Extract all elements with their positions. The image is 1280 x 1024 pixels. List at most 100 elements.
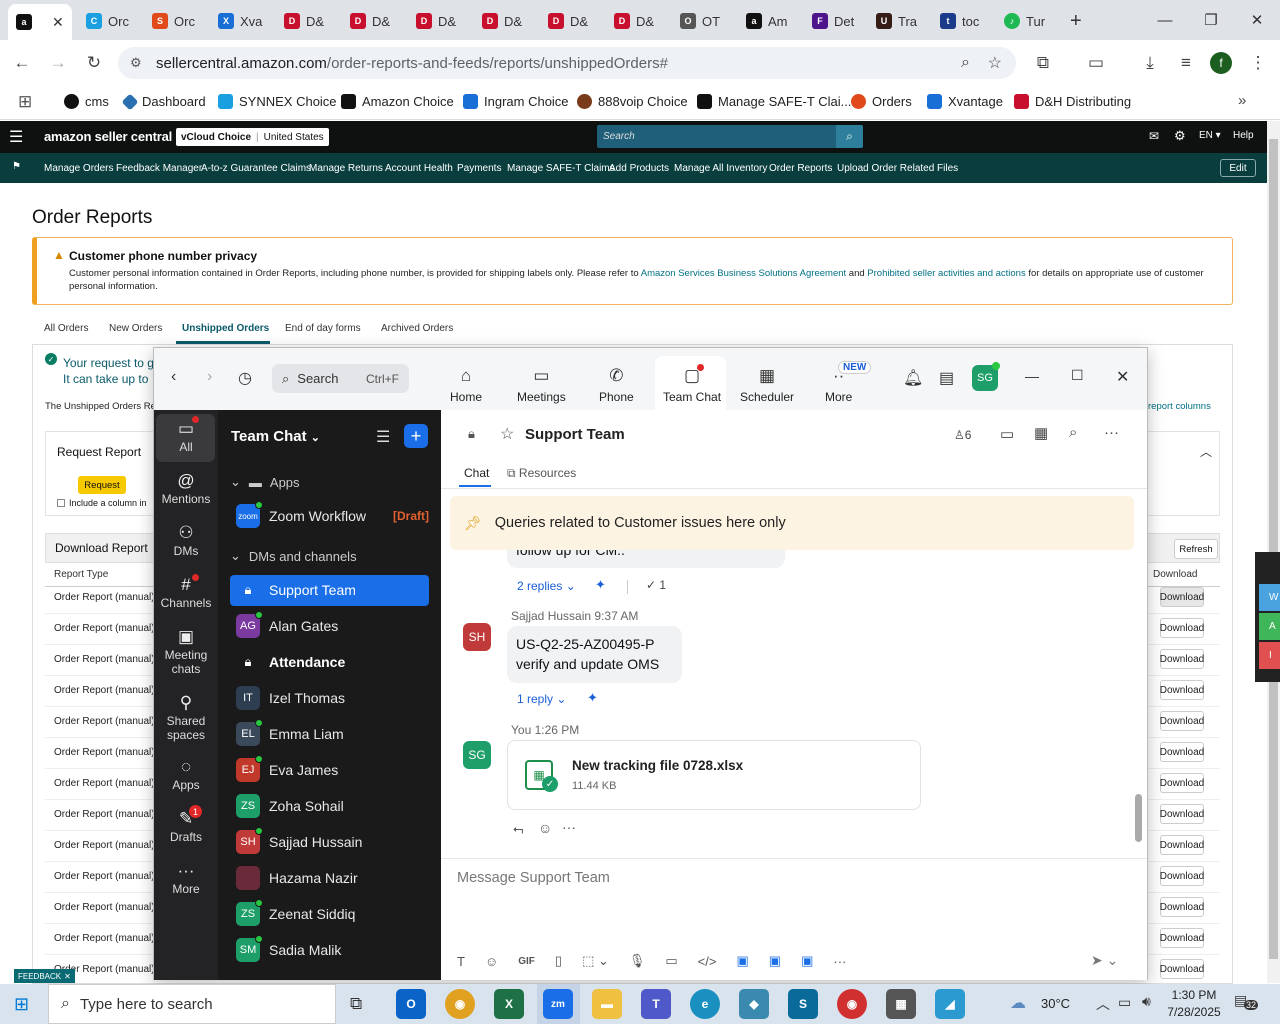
- app-icon-1[interactable]: ▣: [736, 953, 748, 969]
- browser-tab[interactable]: S Orc: [144, 6, 206, 36]
- favorite-star-icon[interactable]: ☆: [500, 424, 514, 444]
- account-switcher[interactable]: vCloud Choice | United States: [176, 128, 329, 146]
- rail-meeting-chats[interactable]: ▣ Meeting chats: [154, 628, 218, 676]
- nav-manage-inventory[interactable]: Manage All Inventory: [674, 163, 767, 174]
- dms-section[interactable]: ⌄ DMs and channels: [230, 548, 357, 564]
- sender-avatar-sh[interactable]: SH: [463, 623, 491, 651]
- bookmark-flag-icon[interactable]: ⚑: [12, 161, 21, 172]
- edit-nav-button[interactable]: Edit: [1220, 159, 1256, 177]
- maximize-icon[interactable]: ☐: [1071, 367, 1084, 384]
- nav-add-products[interactable]: Add Products: [609, 163, 669, 174]
- checkmark-reaction[interactable]: ✓ 1: [646, 578, 666, 592]
- channel-item[interactable]: 🔒︎ Support Team: [230, 575, 429, 605]
- tab-all-orders[interactable]: All Orders: [44, 323, 88, 334]
- minimize-icon[interactable]: —: [1025, 368, 1039, 384]
- close-icon[interactable]: ✕: [1116, 367, 1129, 387]
- media-icon[interactable]: ≡: [1173, 50, 1199, 76]
- zoom-search[interactable]: ⌕ Search Ctrl+F: [272, 364, 409, 393]
- download-button[interactable]: Download: [1160, 649, 1204, 669]
- channel-item[interactable]: IT Izel Thomas: [230, 683, 429, 713]
- download-button[interactable]: Download: [1160, 897, 1204, 917]
- url-bar[interactable]: ⚙ sellercentral.amazon.com/order-reports…: [118, 47, 1016, 79]
- new-tab-button[interactable]: +: [1062, 6, 1090, 36]
- rail-mentions[interactable]: @ Mentions: [154, 472, 218, 506]
- browser-tab[interactable]: F Det: [804, 6, 866, 36]
- tab-end-of-day[interactable]: End of day forms: [285, 323, 361, 334]
- tab-resources[interactable]: ⧉ Resources: [507, 466, 576, 481]
- chrome-icon[interactable]: ◉: [837, 989, 867, 1019]
- gif-icon[interactable]: GIF: [518, 956, 535, 967]
- bookmark-synnex[interactable]: SYNNEX Choice: [218, 94, 337, 109]
- download-button[interactable]: Download: [1160, 680, 1204, 700]
- scrollbar-thumb[interactable]: [1269, 139, 1278, 959]
- video-call-icon[interactable]: ▭: [1000, 425, 1014, 443]
- channel-item[interactable]: SM Sadia Malik: [230, 935, 429, 965]
- prohibited-activities-link[interactable]: Prohibited seller activities and actions: [867, 268, 1025, 279]
- file-attachment-card[interactable]: ▦ ✓ New tracking file 0728.xlsx 11.44 KB: [507, 740, 921, 810]
- tab-chat[interactable]: Chat: [464, 466, 489, 480]
- nav-order-reports[interactable]: Order Reports: [769, 163, 832, 174]
- include-column-checkbox[interactable]: [57, 499, 65, 507]
- reply-link[interactable]: 1 reply ⌄: [517, 692, 566, 706]
- rail-drafts[interactable]: ✎ Drafts: [154, 810, 218, 844]
- history-icon[interactable]: ◷: [238, 368, 252, 388]
- download-button[interactable]: Download: [1160, 773, 1204, 793]
- filter-icon[interactable]: ☰: [376, 427, 390, 447]
- notification-center[interactable]: ▤ 32: [1234, 992, 1259, 1010]
- side-widget-green[interactable]: A: [1259, 613, 1280, 640]
- replies-link[interactable]: 2 replies ⌄: [517, 579, 576, 593]
- app-icon[interactable]: ◆: [739, 989, 769, 1019]
- channel-item[interactable]: ZS Zoha Sohail: [230, 791, 429, 821]
- seller-central-logo[interactable]: amazon seller central: [44, 129, 172, 144]
- emoji-icon[interactable]: ☺: [485, 954, 498, 969]
- search-icon[interactable]: ⌕: [1069, 424, 1077, 441]
- zoom-lens-icon[interactable]: ⌕: [961, 54, 970, 72]
- bookmark-xvantage[interactable]: Xvantage: [927, 94, 1003, 109]
- forward-icon[interactable]: ›: [207, 368, 212, 386]
- weather-temp[interactable]: 30°C: [1041, 996, 1070, 1011]
- settings-gear-icon[interactable]: ⚙: [1174, 128, 1186, 144]
- rail-shared-spaces[interactable]: ⚲ Shared spaces: [154, 694, 218, 742]
- notifications-bell-icon[interactable]: 🔔︎: [903, 368, 923, 388]
- weather-icon[interactable]: ☁: [1010, 993, 1026, 1013]
- apps-grid-icon[interactable]: ⊞: [18, 92, 32, 112]
- bookmark-888voip[interactable]: 888voip Choice: [577, 94, 688, 109]
- outlook-icon[interactable]: O: [396, 989, 426, 1019]
- reload-icon[interactable]: ↻: [81, 50, 107, 76]
- chrome-icon[interactable]: ◉: [445, 989, 475, 1019]
- restore-icon[interactable]: ❐: [1188, 0, 1234, 40]
- screenshot-icon[interactable]: ⬚ ⌄: [582, 953, 609, 969]
- bookmark-dashboard[interactable]: Dashboard: [121, 93, 206, 110]
- taskbar-search[interactable]: ⌕ Type here to search: [48, 984, 336, 1024]
- nav-feedback-manager[interactable]: Feedback Manager: [116, 163, 202, 174]
- collapse-chevron-icon[interactable]: ︿: [1200, 443, 1212, 460]
- volume-icon[interactable]: 🔊︎: [1142, 993, 1151, 1010]
- video-message-icon[interactable]: ▭: [665, 953, 677, 969]
- browser-tab[interactable]: D D&: [276, 6, 338, 36]
- app-icon-3[interactable]: ▣: [801, 953, 813, 969]
- app-icon-2[interactable]: ▣: [769, 953, 781, 969]
- text-format-icon[interactable]: T: [457, 954, 465, 969]
- nav-atoz-claims[interactable]: A-to-z Guarantee Claims: [201, 163, 311, 174]
- close-window-icon[interactable]: ✕: [1234, 0, 1280, 40]
- bookmark-safet[interactable]: Manage SAFE-T Clai...: [697, 94, 851, 109]
- extensions-icon[interactable]: ⧉: [1030, 50, 1056, 76]
- bookmark-orders[interactable]: Orders: [851, 94, 912, 109]
- rail-all[interactable]: ▭ All: [154, 420, 218, 454]
- download-button[interactable]: Download: [1160, 587, 1204, 607]
- tab-unshipped-orders[interactable]: Unshipped Orders: [182, 323, 269, 334]
- bookmark-dh[interactable]: D&H Distributing: [1014, 94, 1131, 109]
- mail-icon[interactable]: ✉: [1149, 129, 1159, 143]
- close-tab-icon[interactable]: ✕: [52, 14, 64, 31]
- request-button[interactable]: Request: [78, 476, 126, 494]
- browser-tab[interactable]: t toc: [932, 6, 994, 36]
- browser-tab[interactable]: D D&: [342, 6, 404, 36]
- channel-item[interactable]: EJ Eva James: [230, 755, 429, 785]
- browser-tab[interactable]: D D&: [540, 6, 602, 36]
- browser-tab[interactable]: D D&: [474, 6, 536, 36]
- windows-start-icon[interactable]: ⊞: [14, 994, 29, 1015]
- site-info-icon[interactable]: ⚙: [130, 55, 142, 71]
- chat-scrollbar-thumb[interactable]: [1135, 794, 1142, 842]
- app-icon[interactable]: S: [788, 989, 818, 1019]
- calculator-icon[interactable]: ▦: [886, 989, 916, 1019]
